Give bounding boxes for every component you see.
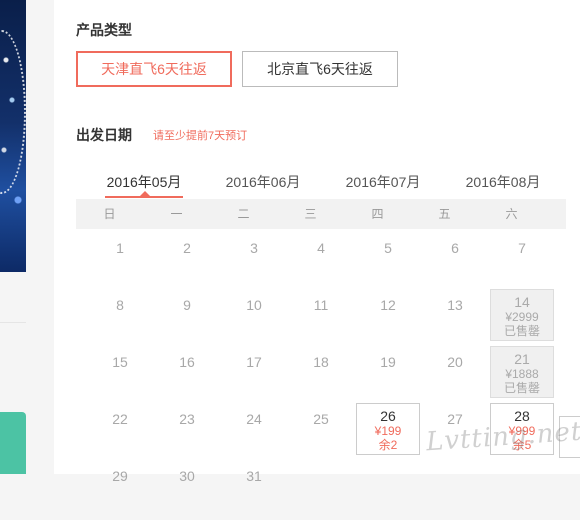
weekday-label: 五 (438, 207, 451, 221)
day-number: 30 (179, 468, 195, 484)
calendar-day-31[interactable]: 31 (222, 468, 286, 520)
day-number: 11 (313, 297, 329, 313)
calendar-day-6[interactable]: 6 (423, 240, 487, 292)
weekday-label: 六 (505, 207, 518, 221)
calendar-day-30[interactable]: 30 (155, 468, 219, 520)
calendar-day-3[interactable]: 3 (222, 240, 286, 292)
day-number: 2 (183, 240, 191, 256)
day-number: 9 (183, 297, 191, 313)
day-number: 8 (116, 297, 124, 313)
calendar-day-19[interactable]: 19 (356, 354, 420, 406)
calendar-day-1[interactable]: 1 (88, 240, 152, 292)
day-number: 3 (250, 240, 258, 256)
calendar-day-24[interactable]: 24 (222, 411, 286, 463)
day-price: ¥2999 (505, 310, 539, 324)
day-price: ¥199 (374, 424, 402, 438)
month-tab-2016-07[interactable]: 2016年07月 (333, 172, 433, 192)
day-number: 10 (246, 297, 262, 313)
day-number: 12 (380, 297, 396, 313)
day-number: 15 (112, 354, 128, 370)
month-tab-2016-06[interactable]: 2016年06月 (213, 172, 313, 192)
booking-panel: 产品类型 天津直飞6天往返 北京直飞6天往返 出发日期 请至少提前7天预订 20… (54, 0, 580, 484)
ferris-wheel-graphic (0, 30, 26, 194)
day-number: 13 (447, 297, 463, 313)
day-number: 23 (179, 411, 195, 427)
product-option-beijing[interactable]: 北京直飞6天往返 (242, 51, 398, 87)
calendar-day-26[interactable]: 26 ¥199 余2 (356, 403, 420, 455)
calendar-day-9[interactable]: 9 (155, 297, 219, 349)
month-tab-2016-08[interactable]: 2016年08月 (453, 172, 553, 192)
day-number: 4 (317, 240, 325, 256)
calendar-day-29[interactable]: 29 (88, 468, 152, 520)
day-status: 已售罄 (503, 381, 540, 395)
day-number: 6 (451, 240, 459, 256)
calendar-day-5[interactable]: 5 (356, 240, 420, 292)
day-number: 29 (112, 468, 128, 484)
product-type-title: 产品类型 (76, 22, 132, 38)
calendar-day-8[interactable]: 8 (88, 297, 152, 349)
month-tab-2016-05[interactable]: 2016年05月 (94, 172, 194, 192)
calendar-day-11[interactable]: 11 (289, 297, 353, 349)
weekday-label: 日 (103, 207, 116, 221)
calendar-day-7[interactable]: 7 (490, 240, 554, 292)
day-number: 31 (246, 468, 262, 484)
active-month-underline (105, 196, 183, 198)
calendar-day-25[interactable]: 25 (289, 411, 353, 463)
calendar-day-23[interactable]: 23 (155, 411, 219, 463)
calendar-day-12[interactable]: 12 (356, 297, 420, 349)
calendar-day-20[interactable]: 20 (423, 354, 487, 406)
calendar-day-4[interactable]: 4 (289, 240, 353, 292)
day-number: 14 (514, 294, 530, 310)
day-number: 16 (179, 354, 195, 370)
calendar-day-14[interactable]: 14 ¥2999 已售罄 (490, 289, 554, 341)
weekday-header: 日 一 二 三 四 五 六 (76, 199, 566, 229)
day-number: 5 (384, 240, 392, 256)
day-price: ¥1888 (505, 367, 539, 381)
day-number: 20 (447, 354, 463, 370)
calendar-day-16[interactable]: 16 (155, 354, 219, 406)
calendar-day-10[interactable]: 10 (222, 297, 286, 349)
weekday-label: 三 (304, 207, 317, 221)
day-number: 25 (313, 411, 329, 427)
calendar-day-22[interactable]: 22 (88, 411, 152, 463)
calendar-day-15[interactable]: 15 (88, 354, 152, 406)
day-status: 已售罄 (503, 324, 540, 338)
calendar-day-2[interactable]: 2 (155, 240, 219, 292)
weekday-label: 一 (170, 207, 183, 221)
day-number: 19 (380, 354, 396, 370)
product-option-tianjin[interactable]: 天津直飞6天往返 (76, 51, 232, 87)
day-number: 7 (518, 240, 526, 256)
day-number: 1 (116, 240, 124, 256)
weekday-label: 四 (371, 207, 384, 221)
calendar-day-13[interactable]: 13 (423, 297, 487, 349)
day-number: 26 (380, 408, 396, 424)
day-number: 21 (514, 351, 530, 367)
weekday-label: 二 (237, 207, 250, 221)
side-button[interactable] (0, 412, 26, 474)
day-number: 18 (313, 354, 329, 370)
departure-date-title: 出发日期 (76, 127, 132, 143)
day-status: 余2 (378, 438, 398, 452)
day-number: 24 (246, 411, 262, 427)
calendar-day-18[interactable]: 18 (289, 354, 353, 406)
advance-booking-hint: 请至少提前7天预订 (153, 130, 248, 142)
calendar-day-17[interactable]: 17 (222, 354, 286, 406)
day-number: 17 (246, 354, 262, 370)
divider (0, 322, 26, 323)
destination-photo (0, 0, 26, 272)
calendar-day-21[interactable]: 21 ¥1888 已售罄 (490, 346, 554, 398)
day-number: 22 (112, 411, 128, 427)
